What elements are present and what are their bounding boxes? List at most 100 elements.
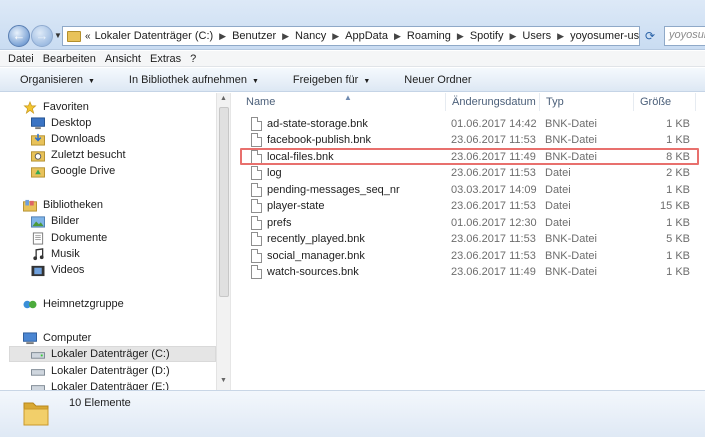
file-row[interactable]: social_manager.bnk 23.06.2017 11:53 BNK-… <box>242 248 702 264</box>
column-header-name[interactable]: ▲ Name <box>240 93 446 111</box>
nav-drive-c[interactable]: Lokaler Datenträger (C:) <box>9 346 216 362</box>
nav-drive-c-label: Lokaler Datenträger (C:) <box>51 348 170 360</box>
nav-libraries[interactable]: Bibliotheken <box>22 197 103 213</box>
chevron-right-icon[interactable]: ▶ <box>509 31 516 42</box>
file-date: 23.06.2017 11:53 <box>451 167 536 179</box>
chevron-down-icon: ▼ <box>363 77 371 85</box>
pictures-icon <box>31 215 45 228</box>
nav-drive-e[interactable]: Lokaler Datenträger (E:) <box>30 379 169 390</box>
double-chevron-icon[interactable]: « <box>85 31 91 42</box>
scroll-up-icon[interactable]: ▲ <box>217 95 230 102</box>
folder-icon <box>23 402 49 426</box>
drive-icon <box>31 368 45 376</box>
include-in-library-label: In Bibliothek aufnehmen <box>128 73 247 86</box>
nav-google-drive[interactable]: Google Drive <box>30 163 115 179</box>
nav-downloads[interactable]: Downloads <box>30 131 105 147</box>
menu-help[interactable]: ? <box>190 53 196 65</box>
chevron-right-icon[interactable]: ▶ <box>394 31 401 42</box>
breadcrumb-item[interactable]: Users <box>522 30 551 42</box>
menu-file[interactable]: Datei <box>8 53 34 65</box>
chevron-right-icon[interactable]: ▶ <box>219 31 226 42</box>
nav-favorites[interactable]: Favoriten <box>22 99 89 115</box>
scrollbar-thumb[interactable] <box>219 107 229 297</box>
breadcrumb-item[interactable]: AppData <box>345 30 388 42</box>
nav-recent-places[interactable]: Zuletzt besucht <box>30 147 126 163</box>
column-header-type[interactable]: Typ <box>540 93 634 111</box>
nav-videos[interactable]: Videos <box>30 262 84 278</box>
address-area: ← → ▼ « Lokaler Datenträger (C:) ▶ Benutz… <box>0 0 705 50</box>
nav-computer[interactable]: Computer <box>22 330 91 346</box>
annotation-highlight-box <box>240 148 699 165</box>
command-bar: Organisieren ▼ In Bibliothek aufnehmen ▼ F… <box>0 68 705 92</box>
sort-ascending-icon: ▲ <box>344 93 352 102</box>
breadcrumb-item[interactable]: yoyosumer-user <box>570 30 639 42</box>
navigation-pane: Favoriten Desktop Downloads Zuletzt besu… <box>0 93 230 390</box>
organize-button[interactable]: Organisieren ▼ <box>0 74 107 86</box>
nav-drive-e-label: Lokaler Datenträger (E:) <box>51 381 169 390</box>
menu-tools[interactable]: Extras <box>150 53 181 65</box>
file-size: 15 KB <box>660 200 690 212</box>
file-date: 03.03.2017 14:09 <box>451 184 537 196</box>
documents-icon <box>32 231 44 245</box>
file-row[interactable]: facebook-publish.bnk 23.06.2017 11:53 BN… <box>242 132 702 148</box>
search-input[interactable]: yoyosum <box>664 26 705 46</box>
chevron-right-icon[interactable]: ▶ <box>457 31 464 42</box>
chevron-right-icon[interactable]: ▶ <box>557 31 564 42</box>
nav-desktop[interactable]: Desktop <box>30 115 91 131</box>
address-bar[interactable]: « Lokaler Datenträger (C:) ▶ Benutzer ▶ Na… <box>62 26 640 46</box>
chevron-right-icon[interactable]: ▶ <box>282 31 289 42</box>
include-in-library-button[interactable]: In Bibliothek aufnehmen ▼ <box>107 74 271 86</box>
file-row[interactable]: recently_played.bnk 23.06.2017 11:53 BNK… <box>242 231 702 247</box>
pane-splitter[interactable] <box>230 93 234 390</box>
new-folder-button[interactable]: Neuer Ordner <box>382 74 483 86</box>
file-row[interactable]: watch-sources.bnk 23.06.2017 11:49 BNK-D… <box>242 264 702 280</box>
file-icon <box>251 166 262 180</box>
file-name: log <box>267 167 282 179</box>
menu-edit[interactable]: Bearbeiten <box>43 53 96 65</box>
share-with-label: Freigeben für <box>292 73 359 86</box>
scroll-down-icon[interactable]: ▼ <box>217 377 230 384</box>
downloads-icon <box>31 133 45 146</box>
computer-icon <box>23 331 37 344</box>
breadcrumb-item[interactable]: Roaming <box>407 30 451 42</box>
column-header-size[interactable]: Größe <box>634 93 696 111</box>
file-row[interactable]: ad-state-storage.bnk 01.06.2017 14:42 BN… <box>242 116 702 132</box>
file-icon <box>251 249 262 263</box>
refresh-icon[interactable]: ⟳ <box>645 29 655 43</box>
file-row[interactable]: prefs 01.06.2017 12:30 Datei 1 KB <box>242 215 702 231</box>
column-header-date[interactable]: Änderungsdatum <box>446 93 540 111</box>
recent-pages-dropdown[interactable]: ▼ <box>54 31 62 40</box>
file-type: BNK-Datei <box>545 134 597 146</box>
forward-button[interactable]: → <box>31 25 53 47</box>
nav-pictures[interactable]: Bilder <box>30 213 79 229</box>
nav-homegroup[interactable]: Heimnetzgruppe <box>22 296 124 312</box>
file-icon <box>251 232 262 246</box>
nav-documents[interactable]: Dokumente <box>30 230 107 246</box>
desktop-icon <box>31 116 45 129</box>
file-size: 2 KB <box>666 167 690 179</box>
file-row[interactable]: log 23.06.2017 11:53 Datei 2 KB <box>242 165 702 181</box>
drive-icon <box>31 351 45 359</box>
breadcrumb-item[interactable]: Lokaler Datenträger (C:) <box>95 30 214 42</box>
nav-recent-places-label: Zuletzt besucht <box>51 149 126 161</box>
file-type: Datei <box>545 184 571 196</box>
file-date: 23.06.2017 11:53 <box>451 250 536 262</box>
breadcrumb-item[interactable]: Nancy <box>295 30 326 42</box>
videos-icon <box>31 265 45 276</box>
new-folder-label: Neuer Ordner <box>404 73 472 86</box>
nav-drive-d[interactable]: Lokaler Datenträger (D:) <box>30 363 170 379</box>
share-with-button[interactable]: Freigeben für ▼ <box>271 74 382 86</box>
star-icon <box>23 100 37 114</box>
nav-downloads-label: Downloads <box>51 133 106 145</box>
menu-view[interactable]: Ansicht <box>105 53 141 65</box>
breadcrumb-item[interactable]: Benutzer <box>232 30 276 42</box>
file-row[interactable]: player-state 23.06.2017 11:53 Datei 15 K… <box>242 198 702 214</box>
nav-scrollbar[interactable]: ▲ ▼ <box>216 93 230 390</box>
nav-music[interactable]: Musik <box>30 246 80 262</box>
breadcrumb-item[interactable]: Spotify <box>470 30 504 42</box>
file-date: 23.06.2017 11:53 <box>451 134 536 146</box>
file-list: ▲ Name Änderungsdatum Typ Größe ad-state… <box>236 93 705 390</box>
back-button[interactable]: ← <box>8 25 30 47</box>
file-row[interactable]: pending-messages_seq_nr 03.03.2017 14:09… <box>242 182 702 198</box>
chevron-right-icon[interactable]: ▶ <box>332 31 339 42</box>
